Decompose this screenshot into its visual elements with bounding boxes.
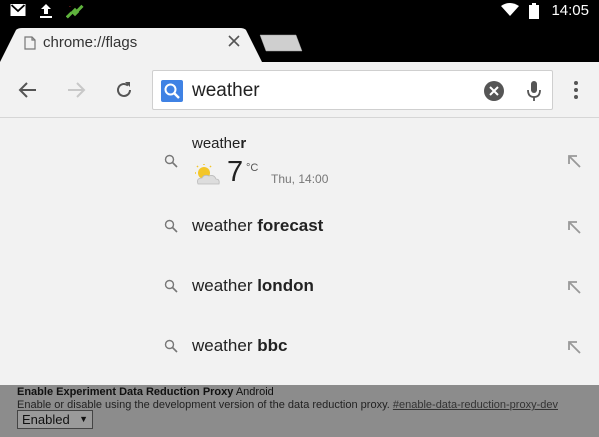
flag-title: Enable Experiment Data Reduction Proxy A…	[17, 386, 274, 398]
suggestion-text: weather	[192, 135, 247, 152]
wifi-icon	[501, 2, 520, 19]
page-icon	[24, 36, 36, 50]
search-icon	[164, 279, 178, 293]
suggestion-list	[0, 119, 599, 385]
weather-temperature: 7	[227, 156, 244, 188]
microphone-icon[interactable]	[523, 79, 545, 103]
forward-arrow-icon[interactable]	[62, 76, 90, 104]
suggestion-text: weather london	[192, 276, 314, 295]
refine-arrow-icon[interactable]	[566, 279, 582, 295]
flag-anchor-link[interactable]: #enable-data-reduction-proxy-dev	[393, 399, 558, 411]
satellite-icon: -	[65, 3, 84, 19]
refine-arrow-icon[interactable]	[566, 339, 582, 355]
status-bar: - 14:05	[0, 0, 599, 22]
search-icon	[164, 339, 178, 353]
upload-icon	[38, 3, 54, 19]
gmail-icon	[10, 3, 26, 19]
clear-icon[interactable]	[483, 80, 505, 102]
overflow-menu-icon[interactable]	[566, 76, 586, 104]
flag-state-select[interactable]: Enabled ▼	[17, 410, 93, 429]
svg-text:-: -	[69, 4, 71, 10]
close-tab-icon[interactable]	[224, 32, 244, 52]
search-icon	[164, 154, 178, 168]
search-icon	[161, 80, 183, 102]
omnibox-input[interactable]: weather	[192, 80, 260, 102]
browser-screen: - 14:05 chrome://flags weather weather 7…	[0, 0, 599, 437]
toolbar: weather	[0, 62, 599, 118]
dropdown-arrow-icon: ▼	[79, 414, 88, 424]
partly-cloudy-icon	[192, 164, 222, 186]
flag-description: Enable or disable using the development …	[17, 399, 558, 411]
reload-icon[interactable]	[110, 76, 138, 104]
refine-arrow-icon[interactable]	[566, 153, 582, 169]
omnibox[interactable]: weather	[152, 70, 553, 110]
weather-timestamp: Thu, 14:00	[271, 172, 329, 186]
search-icon	[164, 219, 178, 233]
battery-icon	[529, 2, 540, 19]
new-tab-button[interactable]	[258, 33, 304, 53]
weather-unit: °C	[246, 162, 259, 174]
status-time: 14:05	[551, 2, 589, 19]
refine-arrow-icon[interactable]	[566, 219, 582, 235]
back-arrow-icon[interactable]	[14, 76, 42, 104]
suggestion-text: weather bbc	[192, 336, 288, 355]
flags-page-entry: Enable Experiment Data Reduction Proxy A…	[0, 385, 599, 437]
suggestion-text: weather forecast	[192, 216, 324, 235]
tab-title: chrome://flags	[43, 34, 138, 51]
